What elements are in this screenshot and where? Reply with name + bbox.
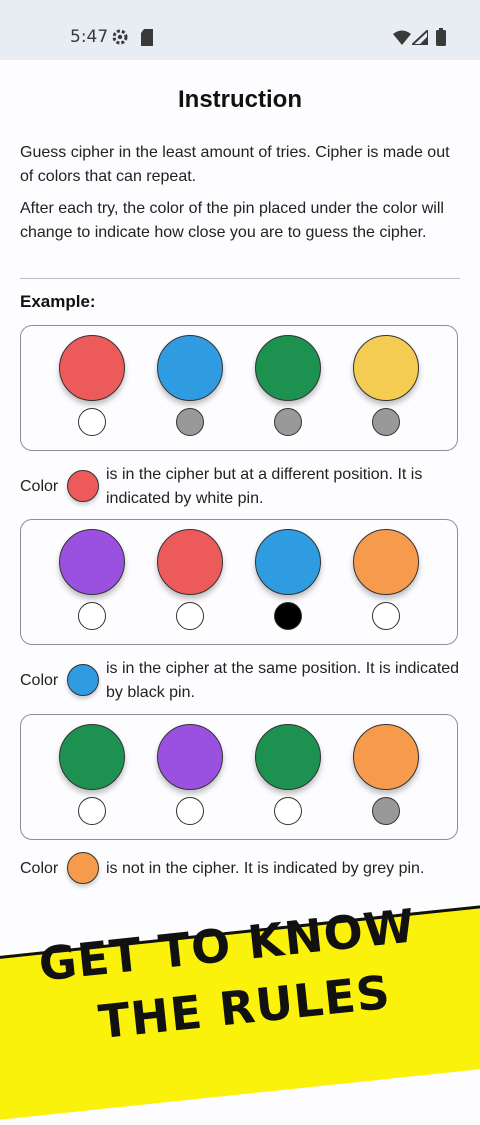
page-title: Instruction xyxy=(178,86,302,113)
intro-paragraph-2: After each try, the color of the pin pla… xyxy=(20,200,444,241)
color-dot xyxy=(67,470,99,502)
battery-icon xyxy=(436,28,446,46)
feedback-pin xyxy=(176,408,204,436)
example-label: Example: xyxy=(20,292,96,311)
feedback-pin xyxy=(176,797,204,825)
color-ball xyxy=(59,724,125,790)
signal-icon xyxy=(412,30,428,45)
color-word: Color xyxy=(20,672,59,689)
color-ball xyxy=(255,724,321,790)
color-ball xyxy=(255,335,321,401)
color-dot xyxy=(67,852,99,884)
sd-card-icon xyxy=(141,29,153,46)
intro-paragraph-1: Guess cipher in the least amount of trie… xyxy=(20,144,450,185)
feedback-pin xyxy=(372,797,400,825)
explanation-text: is not in the cipher. It is indicated by… xyxy=(106,860,425,877)
feedback-pin xyxy=(176,602,204,630)
example-card xyxy=(20,714,458,840)
feedback-pin xyxy=(274,797,302,825)
example-card xyxy=(20,519,458,645)
feedback-pin xyxy=(274,602,302,630)
feedback-pin xyxy=(78,797,106,825)
gear-icon xyxy=(112,29,128,45)
color-ball xyxy=(59,335,125,401)
explanation-text: is in the cipher but at a different posi… xyxy=(106,466,423,507)
example-card xyxy=(20,325,458,451)
color-dot xyxy=(67,664,99,696)
status-time: 5:47 xyxy=(70,27,109,47)
color-ball xyxy=(353,335,419,401)
feedback-pin xyxy=(78,602,106,630)
feedback-pin xyxy=(372,408,400,436)
color-ball xyxy=(255,529,321,595)
feedback-pin xyxy=(372,602,400,630)
feedback-pin xyxy=(274,408,302,436)
divider xyxy=(20,278,460,279)
explanation-text: is in the cipher at the same position. I… xyxy=(106,660,460,701)
color-ball xyxy=(353,529,419,595)
color-ball xyxy=(157,529,223,595)
color-ball xyxy=(59,529,125,595)
color-word: Color xyxy=(20,860,59,877)
color-ball xyxy=(157,724,223,790)
wifi-icon xyxy=(393,30,411,45)
color-ball xyxy=(157,335,223,401)
color-ball xyxy=(353,724,419,790)
promo-banner xyxy=(0,898,480,1125)
status-bar: 5:47 xyxy=(0,0,480,60)
feedback-pin xyxy=(78,408,106,436)
color-word: Color xyxy=(20,478,59,495)
